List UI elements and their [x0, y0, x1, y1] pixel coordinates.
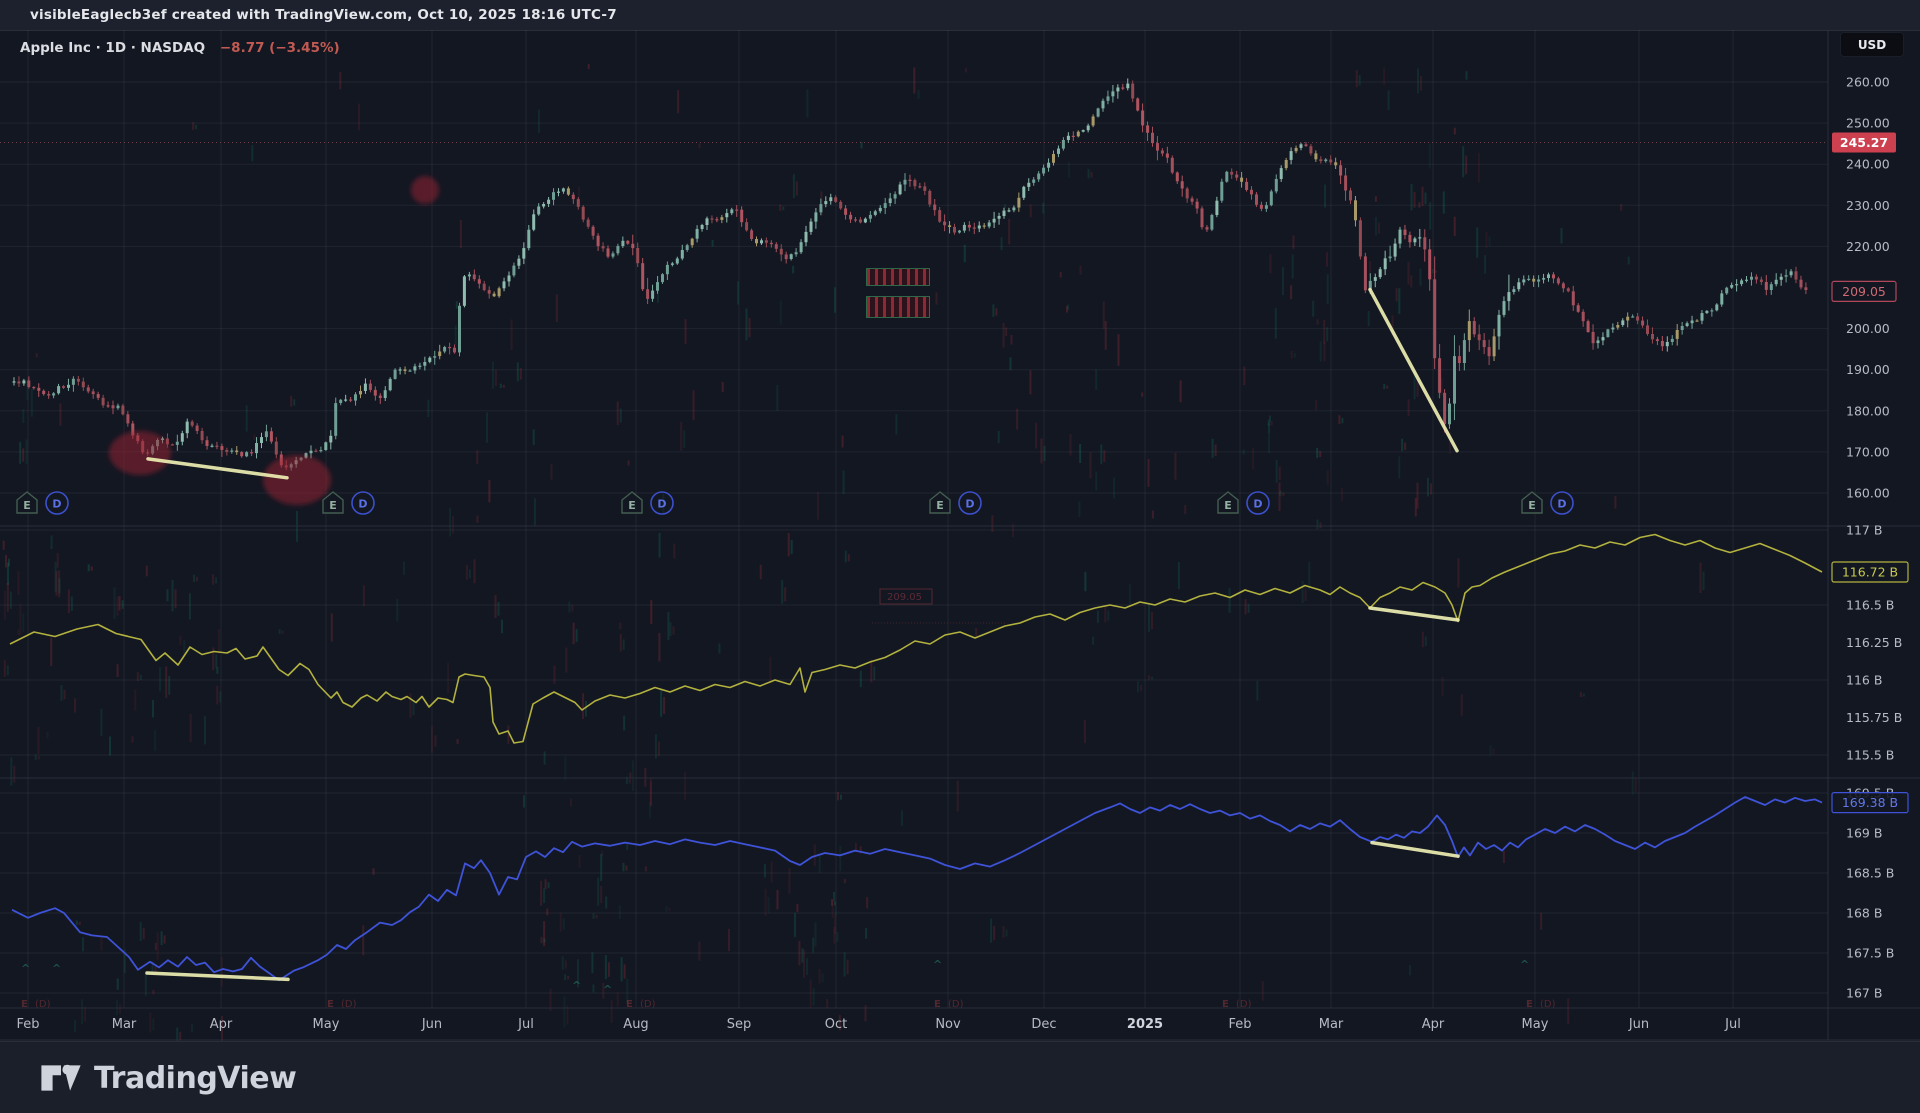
indicator-yellow-line — [10, 535, 1822, 744]
svg-text:E: E — [628, 499, 636, 512]
svg-text:D: D — [1557, 498, 1566, 511]
svg-text:Nov: Nov — [935, 1017, 961, 1032]
svg-text:209.05: 209.05 — [887, 592, 922, 603]
svg-text:200.00: 200.00 — [1846, 321, 1890, 336]
ghost-bars-layer: E(D)E(D)E(D)E(D)E(D)E(D)^^^^^^209.05 — [3, 64, 1705, 1045]
trendline-drawings[interactable] — [147, 290, 1458, 980]
svg-text:209.05: 209.05 — [1842, 284, 1886, 299]
chart-canvas[interactable]: E(D)E(D)E(D)E(D)E(D)E(D)^^^^^^209.05EDED… — [0, 0, 1920, 1113]
time-scale[interactable]: Feb Mar Apr May Jun Jul Aug Sep Oct Nov Dec 2025 Feb… — [16, 1017, 1740, 1032]
svg-text:180.00: 180.00 — [1846, 403, 1890, 418]
svg-text:^: ^ — [572, 979, 581, 992]
svg-text:E: E — [1528, 499, 1536, 512]
svg-text:116.72 B: 116.72 B — [1842, 565, 1898, 580]
bottom-toolbar: TradingView — [0, 1041, 1920, 1113]
svg-text:116.5 B: 116.5 B — [1846, 598, 1894, 613]
svg-text:D: D — [358, 498, 367, 511]
svg-text:E: E — [936, 499, 944, 512]
price-scale[interactable]: 260.00 250.00 240.00 230.00 220.00 200.00 190.… — [1832, 75, 1908, 1001]
svg-text:^: ^ — [21, 962, 30, 975]
svg-text:250.00: 250.00 — [1846, 116, 1890, 131]
svg-text:Feb: Feb — [16, 1017, 39, 1032]
highlight-ellipses — [109, 176, 439, 505]
svg-text:D: D — [965, 498, 974, 511]
svg-text:117 B: 117 B — [1846, 523, 1882, 538]
svg-text:115.5 B: 115.5 B — [1846, 748, 1894, 763]
svg-text:230.00: 230.00 — [1846, 198, 1890, 213]
svg-text:116.25 B: 116.25 B — [1846, 635, 1902, 650]
svg-text:169.38 B: 169.38 B — [1842, 795, 1898, 810]
svg-text:^: ^ — [933, 958, 942, 971]
svg-text:Jun: Jun — [1628, 1017, 1649, 1032]
tradingview-logo[interactable]: TradingView — [40, 1058, 296, 1098]
svg-text:E: E — [23, 499, 31, 512]
currency-usd-button[interactable]: USD — [1840, 32, 1904, 57]
symbol-title[interactable]: Apple Inc · 1D · NASDAQ — [20, 40, 205, 56]
svg-text:245.27: 245.27 — [1840, 135, 1888, 150]
svg-text:^: ^ — [603, 983, 612, 996]
svg-text:167.5 B: 167.5 B — [1846, 946, 1894, 961]
svg-text:168.5 B: 168.5 B — [1846, 866, 1894, 881]
svg-text:Mar: Mar — [1319, 1017, 1344, 1032]
svg-text:^: ^ — [1520, 958, 1529, 971]
svg-text:E: E — [329, 499, 337, 512]
svg-text:D: D — [52, 498, 61, 511]
pane-separators — [0, 30, 1920, 1040]
svg-text:169 B: 169 B — [1846, 826, 1882, 841]
svg-text:Jul: Jul — [517, 1017, 534, 1032]
svg-text:Apr: Apr — [210, 1017, 233, 1032]
svg-text:260.00: 260.00 — [1846, 75, 1890, 90]
svg-text:^: ^ — [52, 962, 61, 975]
svg-text:Feb: Feb — [1228, 1017, 1251, 1032]
event-badges[interactable]: EDEDEDEDEDED — [17, 492, 1573, 514]
svg-text:E: E — [1224, 499, 1232, 512]
tradingview-logo-text: TradingView — [94, 1061, 296, 1096]
svg-text:Apr: Apr — [1422, 1017, 1445, 1032]
svg-text:220.00: 220.00 — [1846, 239, 1890, 254]
svg-text:Jun: Jun — [421, 1017, 442, 1032]
svg-text:D: D — [1253, 498, 1262, 511]
tradingview-window: visibleEaglecb3ef created with TradingVi… — [0, 0, 1920, 1113]
chart-area[interactable]: E(D)E(D)E(D)E(D)E(D)E(D)^^^^^^209.05EDED… — [0, 0, 1920, 1113]
svg-text:115.75 B: 115.75 B — [1846, 710, 1902, 725]
svg-text:Aug: Aug — [623, 1017, 648, 1032]
svg-text:170.00: 170.00 — [1846, 444, 1890, 459]
svg-text:Dec: Dec — [1031, 1017, 1056, 1032]
svg-text:Jul: Jul — [1724, 1017, 1741, 1032]
svg-text:2025: 2025 — [1127, 1017, 1163, 1032]
svg-text:D: D — [657, 498, 666, 511]
svg-text:Sep: Sep — [727, 1017, 752, 1032]
svg-text:160.00: 160.00 — [1846, 486, 1890, 501]
svg-text:190.00: 190.00 — [1846, 362, 1890, 377]
symbol-change: −8.77 (−3.45%) — [220, 40, 340, 56]
svg-text:May: May — [313, 1017, 340, 1032]
gridlines — [0, 30, 1828, 1008]
tradingview-logo-icon — [40, 1058, 82, 1098]
ghost-order-label-1 — [866, 268, 930, 286]
svg-text:240.00: 240.00 — [1846, 157, 1890, 172]
svg-text:May: May — [1522, 1017, 1549, 1032]
svg-text:Mar: Mar — [112, 1017, 137, 1032]
ghost-order-label-2 — [866, 296, 930, 318]
svg-text:168 B: 168 B — [1846, 906, 1882, 921]
svg-text:167 B: 167 B — [1846, 986, 1882, 1001]
svg-text:Oct: Oct — [825, 1017, 847, 1032]
svg-text:116 B: 116 B — [1846, 673, 1882, 688]
symbol-legend[interactable]: Apple Inc · 1D · NASDAQ −8.77 (−3.45%) — [20, 40, 340, 56]
